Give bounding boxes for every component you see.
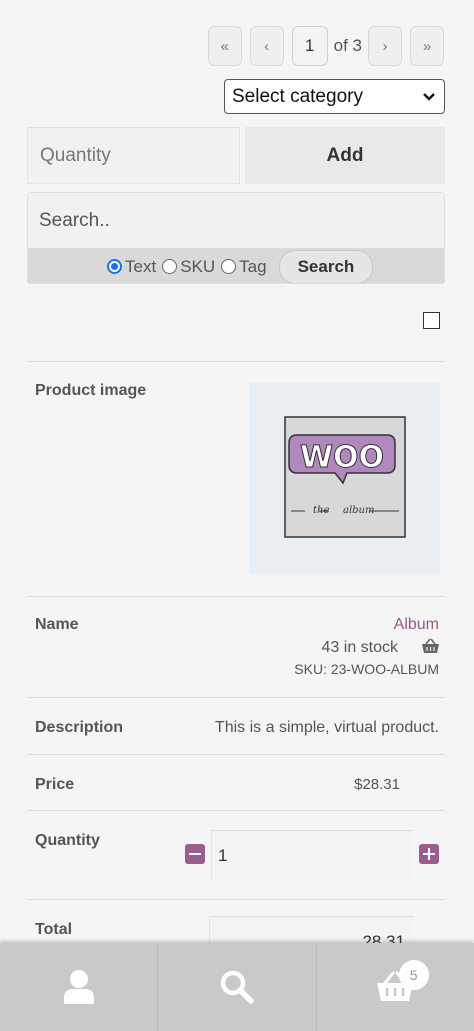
row-divider [27,596,445,597]
last-page-button[interactable]: » [410,26,444,66]
row-divider [27,899,445,900]
search-button[interactable]: Search [278,249,374,283]
product-price: $28.31 [354,776,400,793]
description-label: Description [35,719,124,736]
account-button[interactable] [0,943,157,1031]
search-input[interactable]: Search.. [28,193,444,248]
product-name-link[interactable]: Album [394,616,439,634]
page-count-label: of 3 [333,36,362,55]
search-icon [220,970,254,1004]
search-options: Text SKU Tag Search [28,248,444,283]
cart-count-badge: 5 [398,960,429,990]
product-quantity-input[interactable]: 1 [211,830,413,880]
first-page-button[interactable]: « [207,26,242,66]
logo-subtext-1: the [313,505,329,516]
next-page-button[interactable]: › [368,26,402,66]
category-select-value: Select category [232,85,363,107]
quantity-placeholder: Quantity [40,144,111,166]
add-button[interactable]: Add [245,127,445,184]
decrease-quantity-button[interactable] [185,844,205,864]
name-label: Name [35,616,79,633]
increase-quantity-button[interactable] [419,844,439,864]
album-cover-image: WOO the album [284,416,406,538]
radio-dot[interactable] [162,259,178,274]
chevron-down-icon [423,93,435,101]
radio-sku[interactable]: SKU [162,257,215,277]
row-divider [27,697,445,698]
row-divider [27,361,445,362]
stock-status: 43 in stock [321,639,398,656]
current-page-input[interactable]: 1 [291,26,328,66]
row-divider [27,754,445,755]
product-image-label: Product image [35,382,147,399]
prev-page-button[interactable]: ‹ [249,26,284,66]
product-sku: SKU: 23-WOO-ALBUM [294,661,439,677]
bottom-navigation: 5 [0,943,474,1031]
pagination: « ‹ 1 of 3 › » [200,26,444,66]
user-icon [63,970,94,1004]
product-image[interactable]: WOO the album [249,383,440,574]
search-placeholder: Search.. [39,209,110,231]
price-label: Price [35,776,75,793]
search-panel: Search.. Text SKU Tag Search [27,192,445,284]
logo-subtext-2: album [343,505,374,516]
logo-text: WOO [300,440,384,475]
radio-tag[interactable]: Tag [221,256,267,277]
search-nav-button[interactable] [157,943,315,1031]
product-quantity-value: 1 [218,845,228,865]
radio-text-label: Text [125,256,157,276]
quantity-input[interactable]: Quantity [27,127,240,184]
radio-dot[interactable] [107,259,122,274]
select-product-checkbox[interactable] [423,312,440,329]
basket-icon[interactable] [421,638,440,655]
quick-add-row: Quantity Add [27,127,445,184]
total-label: Total [35,921,73,938]
product-description: This is a simple, virtual product. [214,719,439,736]
radio-sku-label: SKU [180,256,216,276]
radio-tag-label: Tag [239,256,267,276]
quantity-label: Quantity [35,832,100,849]
radio-text[interactable]: Text [107,257,156,277]
row-divider [27,810,445,811]
category-select[interactable]: Select category [224,79,445,114]
cart-button[interactable]: 5 [315,943,474,1031]
radio-dot[interactable] [221,259,237,274]
